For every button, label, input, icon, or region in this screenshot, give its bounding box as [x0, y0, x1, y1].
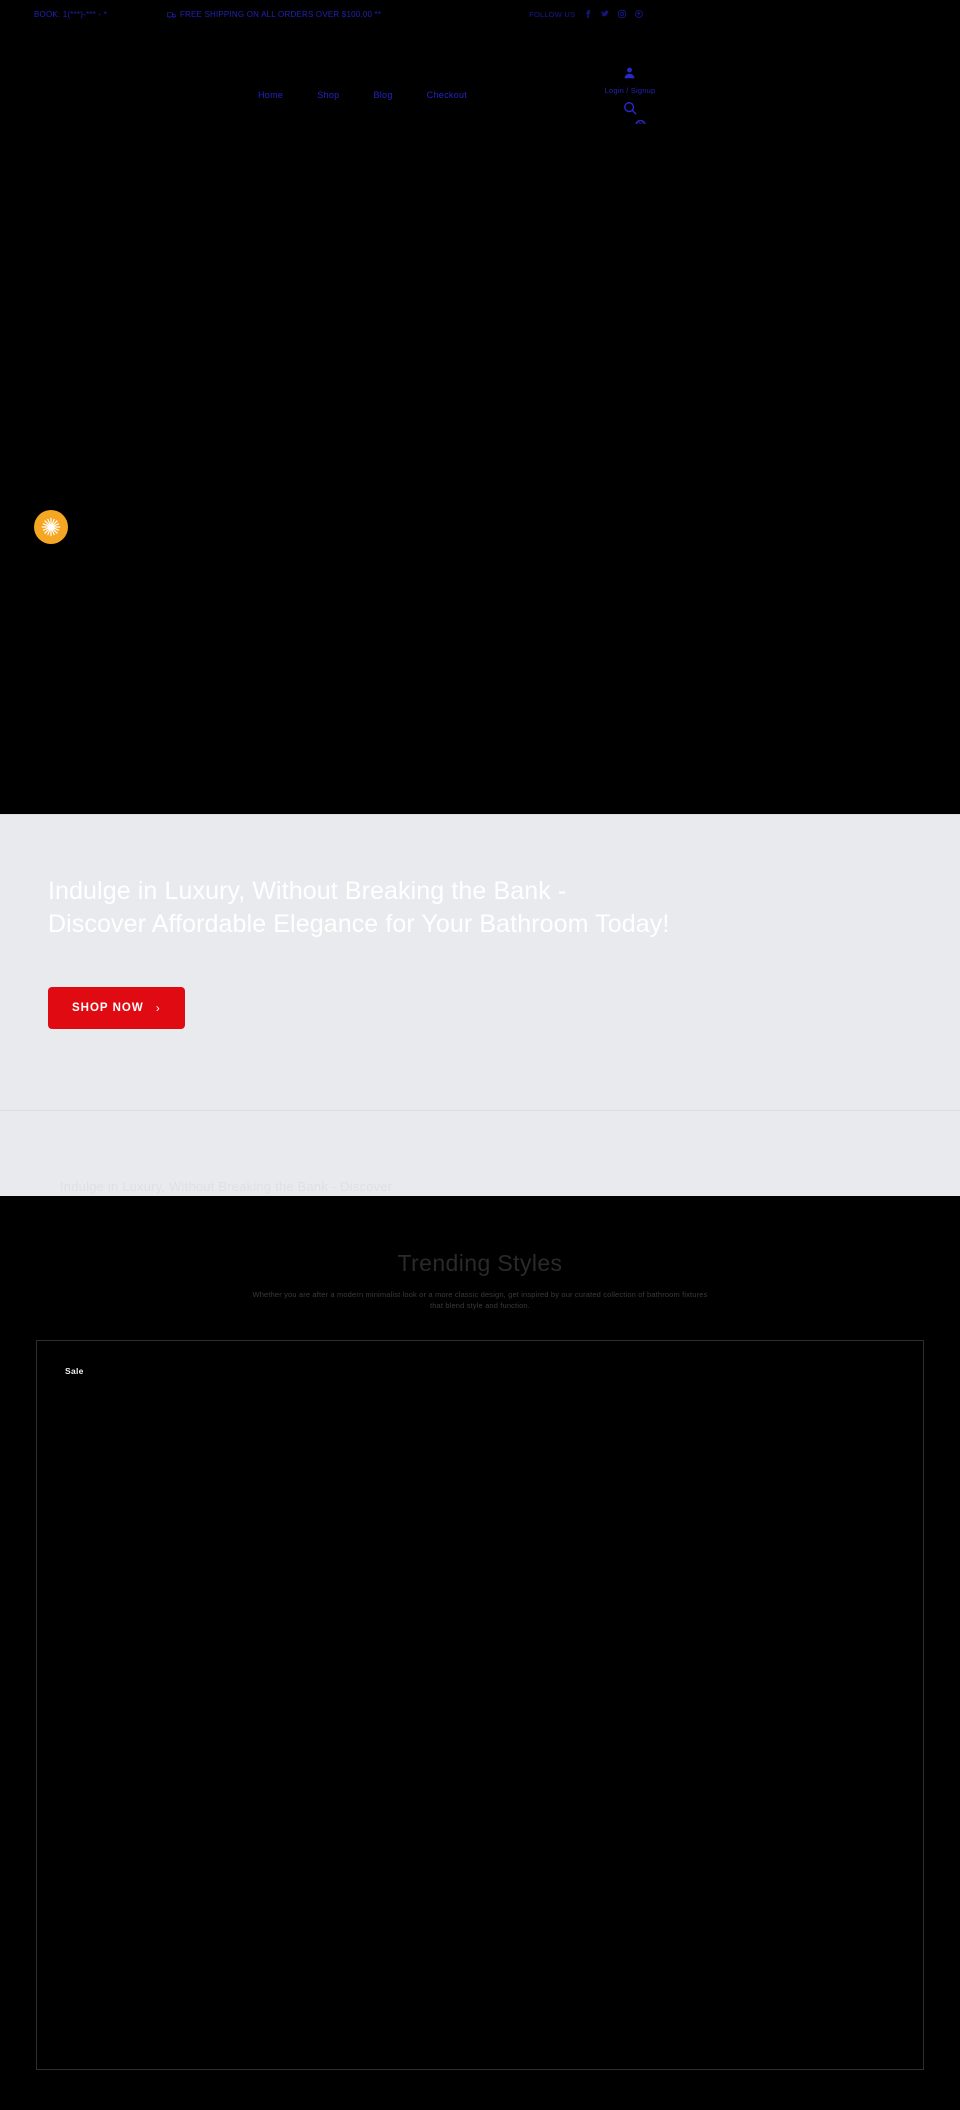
hero-copy: Indulge in Luxury, Without Breaking the …: [48, 875, 669, 942]
user-icon: [623, 66, 636, 84]
topbar-follow-label: FOLLOW US: [529, 9, 576, 19]
trending-title: Trending Styles: [397, 1250, 563, 1276]
hero-image-area: [0, 124, 960, 814]
main-navigation: Home Shop Blog Checkout: [258, 90, 467, 100]
brand-logo[interactable]: [36, 50, 186, 100]
account-link[interactable]: Login / Signup: [605, 66, 656, 95]
product-showcase-panel[interactable]: Sale: [36, 1339, 924, 2070]
trending-styles-section: Trending Styles Whether you are after a …: [0, 1196, 960, 2110]
site-header: Home Shop Blog Checkout Login / Signup 0…: [0, 28, 960, 142]
pinterest-icon[interactable]: [635, 10, 644, 18]
twitter-icon[interactable]: [601, 10, 610, 18]
promo-badge[interactable]: [34, 510, 68, 544]
instagram-icon[interactable]: [618, 10, 627, 18]
strip-ghost-text: Indulge in Luxury, Without Breaking the …: [60, 1179, 393, 1194]
hero-headline: Indulge in Luxury, Without Breaking the …: [48, 877, 670, 939]
account-label: Login / Signup: [604, 86, 656, 95]
nav-home[interactable]: Home: [258, 90, 283, 100]
truck-icon: [167, 11, 176, 19]
sale-badge: Sale: [65, 1365, 84, 1376]
chevron-right-icon: ›: [155, 1001, 161, 1015]
search-icon[interactable]: [623, 101, 637, 120]
nav-blog[interactable]: Blog: [373, 90, 392, 100]
shop-now-label: SHOP NOW: [72, 1002, 144, 1014]
trending-subtitle: Whether you are after a modern minimalis…: [252, 1290, 708, 1311]
topbar-left-group: BOOK: 1(***)-*** - * FREE SHIPPING ON AL…: [34, 10, 381, 19]
shop-now-button[interactable]: SHOP NOW ›: [48, 987, 185, 1029]
hero-secondary-strip: Indulge in Luxury, Without Breaking the …: [0, 1111, 960, 1196]
facebook-icon[interactable]: [584, 10, 592, 18]
topbar-shipping-text: FREE SHIPPING ON ALL ORDERS OVER $100.00…: [179, 9, 382, 19]
nav-shop[interactable]: Shop: [317, 90, 339, 100]
sunburst-star-icon: [40, 516, 62, 538]
hero-caption-panel: Indulge in Luxury, Without Breaking the …: [0, 814, 960, 1801]
topbar-phone[interactable]: BOOK: 1(***)-*** - *: [34, 10, 107, 19]
topbar-shipping-notice: FREE SHIPPING ON ALL ORDERS OVER $100.00…: [167, 10, 381, 19]
topbar-social-group: FOLLOW US: [529, 9, 644, 19]
top-utility-bar: BOOK: 1(***)-*** - * FREE SHIPPING ON AL…: [0, 0, 960, 28]
nav-checkout[interactable]: Checkout: [427, 90, 467, 100]
